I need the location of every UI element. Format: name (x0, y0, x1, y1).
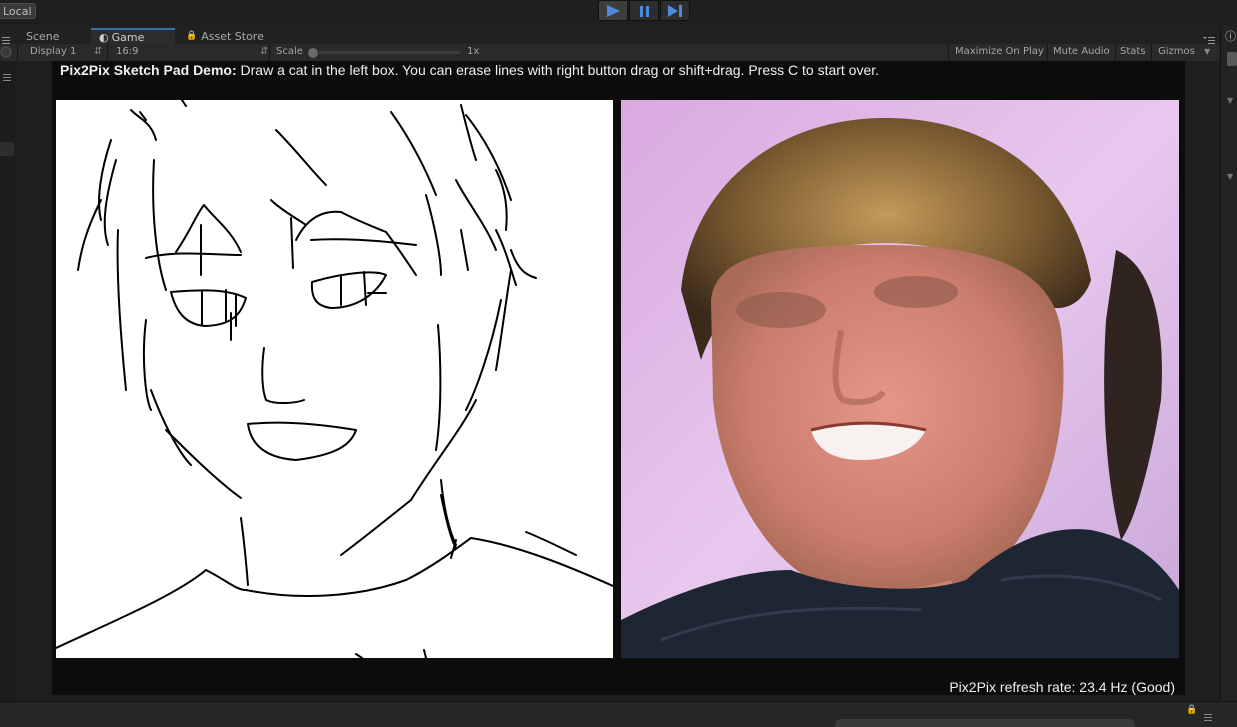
store-icon: 🔒 (186, 30, 198, 41)
maximize-on-play-toggle[interactable]: Maximize On Play (948, 44, 1048, 61)
scale-value: 1x (467, 46, 480, 57)
demo-title: Pix2Pix Sketch Pad Demo: (60, 62, 237, 78)
step-icon (668, 4, 682, 17)
scale-slider-thumb[interactable] (307, 47, 319, 59)
left-toggle[interactable] (0, 44, 18, 61)
aspect-label: 16:9 (116, 46, 139, 57)
panel-menu-icon[interactable] (0, 30, 12, 44)
foldout-arrow-icon[interactable]: ▼ (1227, 96, 1233, 105)
display-label: Display 1 (30, 46, 77, 57)
sketch-drawing (55, 99, 614, 659)
tab-scene-label: Scene (26, 29, 60, 43)
stats-toggle[interactable]: Stats (1116, 44, 1152, 61)
gizmos-label: Gizmos (1158, 46, 1195, 57)
local-dropdown[interactable]: Local (0, 3, 36, 19)
dropdown-arrow-icon: ⇵ (260, 46, 269, 57)
sketch-pad[interactable] (55, 99, 614, 659)
tab-asset-store[interactable]: 🔒 Asset Store (182, 28, 282, 44)
foldout-arrow-icon[interactable]: ▼ (1227, 172, 1233, 181)
tab-asset-store-label: Asset Store (201, 29, 264, 43)
lock-icon[interactable]: 🔒 (1186, 705, 1197, 715)
tab-strip: Scene ◐ Game 🔒 Asset Store (0, 26, 1220, 44)
scale-label: Scale (276, 46, 303, 57)
top-toolbar: Local (0, 0, 1237, 27)
step-button[interactable] (660, 0, 690, 21)
menu-icon[interactable] (1, 66, 13, 85)
pause-button[interactable] (629, 0, 659, 21)
demo-instructions: Pix2Pix Sketch Pad Demo: Draw a cat in t… (60, 62, 879, 78)
tab-scene[interactable]: Scene (18, 28, 88, 44)
menu-icon[interactable] (1202, 706, 1214, 725)
generated-face-image (621, 100, 1179, 658)
gizmos-dropdown[interactable]: Gizmos ▼ (1152, 44, 1212, 61)
play-icon (607, 4, 620, 17)
tab-options-icon[interactable] (1202, 30, 1216, 44)
pacman-icon: ◐ (99, 30, 109, 44)
refresh-rate-status: Pix2Pix refresh rate: 23.4 Hz (Good) (949, 679, 1175, 695)
play-button[interactable] (598, 0, 628, 21)
status-bar: 🔒 (0, 701, 1237, 727)
tab-game[interactable]: ◐ Game (91, 28, 175, 44)
pause-icon (640, 5, 649, 17)
selected-row[interactable] (0, 142, 14, 156)
display-dropdown[interactable]: Display 1 ⇵ (22, 44, 108, 61)
inspector-strip: ⓘ ▼ ▼ (1220, 26, 1237, 702)
left-panel-strip (0, 61, 16, 701)
mute-audio-toggle[interactable]: Mute Audio (1048, 44, 1116, 61)
pix2pix-output-image (621, 100, 1179, 658)
scale-slider[interactable] (307, 47, 460, 59)
tab-game-label: Game (111, 30, 145, 44)
aspect-dropdown[interactable]: 16:9 ⇵ (110, 44, 270, 61)
chevron-down-icon: ▼ (1204, 47, 1211, 56)
demo-instruction-text: Draw a cat in the left box. You can eras… (236, 62, 880, 78)
info-icon[interactable]: ⓘ (1225, 28, 1236, 44)
cube-icon (1227, 52, 1237, 66)
game-view-toolbar: Display 1 ⇵ 16:9 ⇵ Scale 1x Maximize On … (0, 44, 1220, 62)
dropdown-arrow-icon: ⇵ (94, 46, 103, 57)
